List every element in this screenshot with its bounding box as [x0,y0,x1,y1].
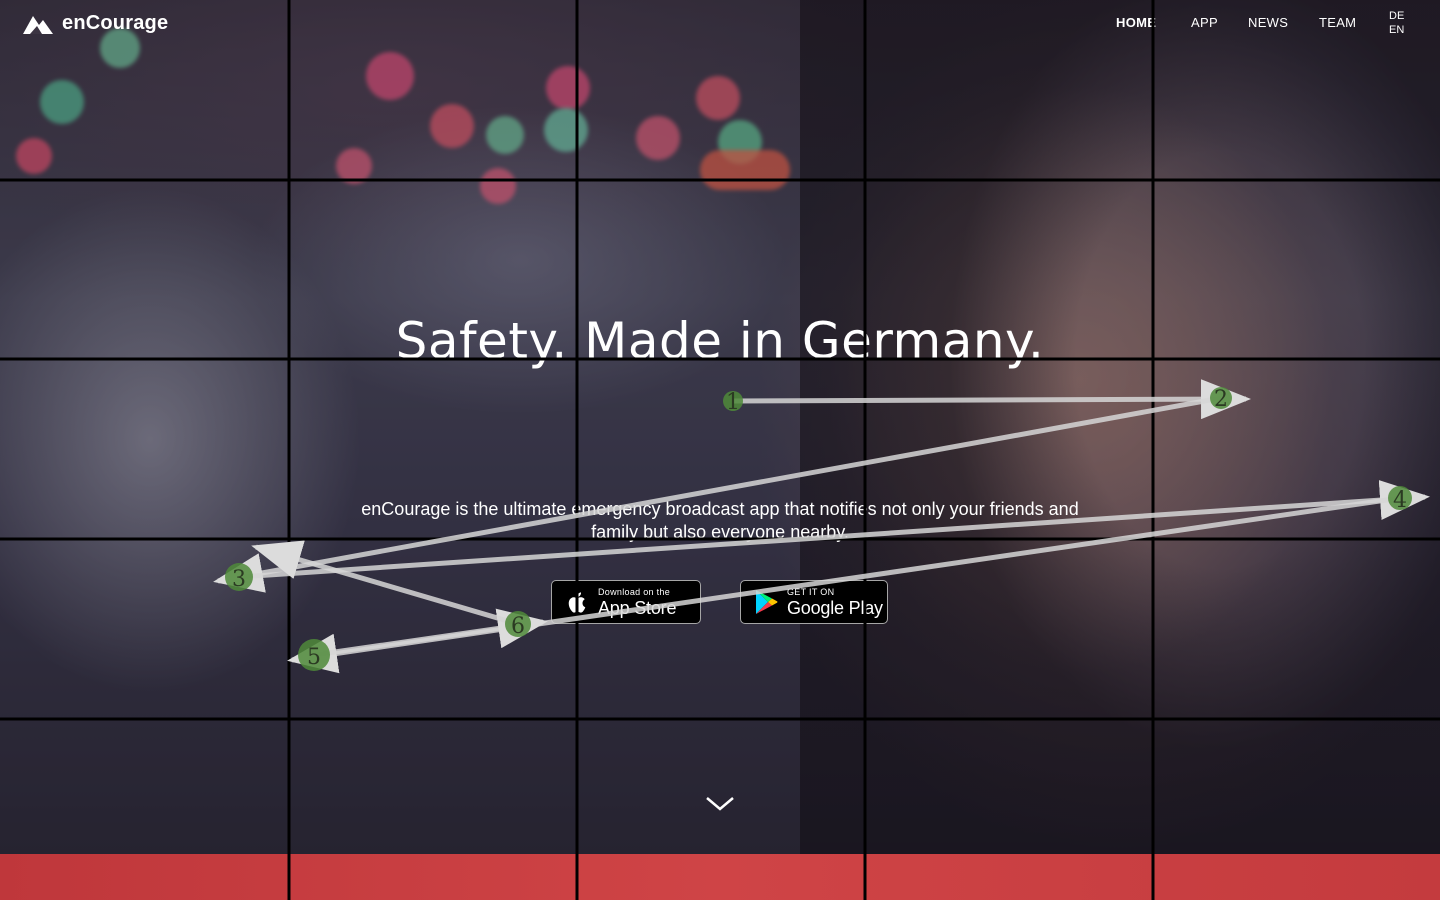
nav-item-home[interactable]: HOME [1116,15,1156,30]
apple-icon [568,592,586,613]
nav-item-app[interactable]: APP [1191,15,1218,30]
top-navbar: enCourage HOME APP NEWS TEAM DE EN [0,0,1440,48]
app-store-button[interactable]: Download on the App Store [551,580,701,624]
chevron-down-icon[interactable] [704,794,736,814]
google-play-icon [756,590,778,614]
bottom-red-band [0,854,1440,900]
language-switcher: DE EN [1389,9,1404,37]
google-play-small-label: GET IT ON [787,586,835,597]
app-store-big-label: App Store [598,597,677,618]
brand-name: enCourage [62,12,169,34]
language-option-de[interactable]: DE [1389,9,1404,23]
hero-headline: Safety. Made in Germany. [395,312,1045,370]
hero-subline: enCourage is the ultimate emergency broa… [361,499,1079,542]
page: enCourage HOME APP NEWS TEAM DE EN Safet… [0,0,1440,900]
hero-dark-overlay [0,0,1440,854]
nav-item-team[interactable]: TEAM [1319,15,1356,30]
mountain-logo-icon [23,15,53,34]
nav-item-news[interactable]: NEWS [1248,15,1288,30]
language-option-en[interactable]: EN [1389,23,1404,37]
app-store-small-label: Download on the [598,586,671,597]
google-play-button[interactable]: GET IT ON Google Play [740,580,888,624]
google-play-big-label: Google Play [787,597,883,618]
brand-logo-link[interactable]: enCourage [22,12,168,35]
